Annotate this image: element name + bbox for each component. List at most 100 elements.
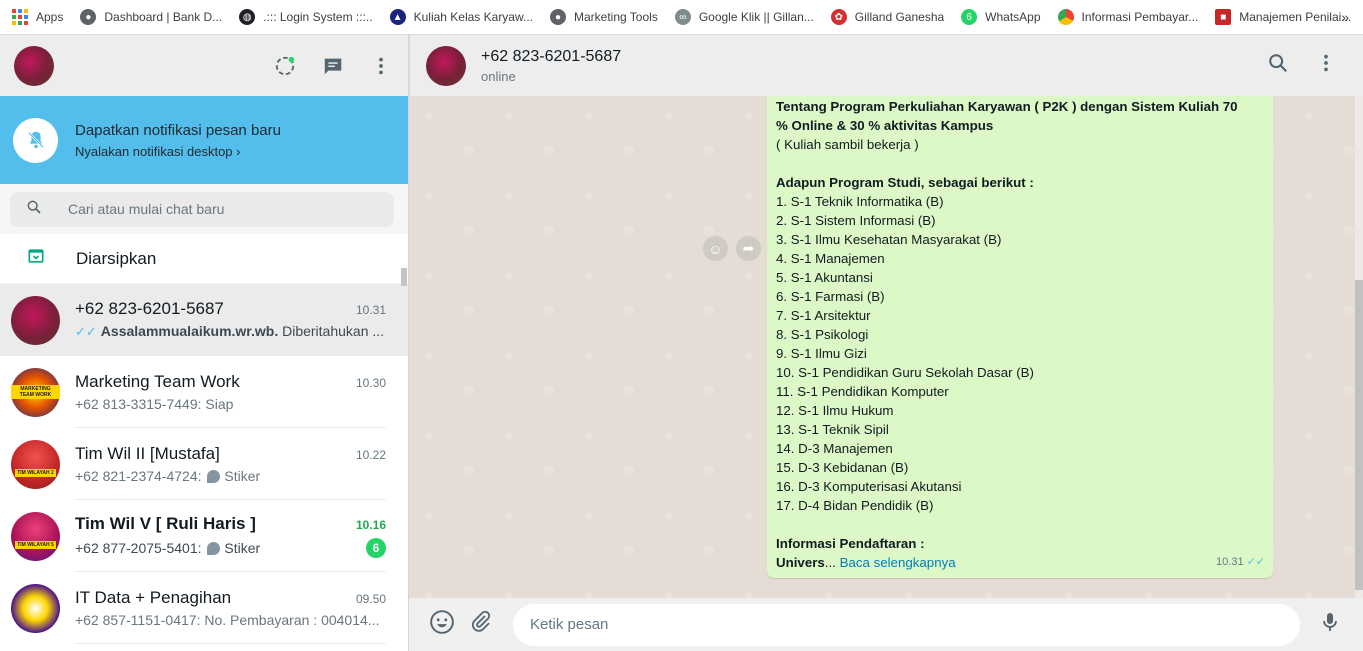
- sticker-icon: [207, 469, 221, 483]
- menu-icon[interactable]: [370, 55, 392, 77]
- notification-banner[interactable]: Dapatkan notifikasi pesan baru Nyalakan …: [0, 96, 408, 184]
- chat-sidebar: Dapatkan notifikasi pesan baru Nyalakan …: [0, 35, 409, 651]
- message-input[interactable]: [530, 616, 1230, 633]
- message-line: 2. S-1 Sistem Informasi (B): [776, 213, 936, 228]
- message-line: % Online & 30 % aktivitas Kampus: [776, 118, 994, 133]
- avatar-text: MARKETING TEAM WORK: [11, 385, 60, 399]
- conversation-panel: +62 823-6201-5687 online ☺ ➦ Tentang Pro…: [409, 35, 1363, 651]
- bookmark-item[interactable]: 6 WhatsApp: [961, 9, 1041, 25]
- flag-icon: ■: [1215, 9, 1232, 25]
- message-time: 10.31: [1216, 556, 1244, 568]
- chat-item[interactable]: +62 823-6201-5687 10.31 ✓✓ Assalammualaik…: [0, 284, 408, 356]
- globe-icon: ◍: [239, 9, 256, 25]
- bookmark-label: Informasi Pembayar...: [1081, 10, 1199, 24]
- chat-name: +62 823-6201-5687: [75, 299, 224, 318]
- composer: [409, 598, 1363, 651]
- chrome-icon: [1057, 9, 1074, 25]
- chat-item[interactable]: MARKETING TEAM WORK Marketing Team Work …: [0, 356, 408, 428]
- bookmark-item[interactable]: ▲ Kuliah Kelas Karyaw...: [389, 9, 533, 25]
- chat-time: 10.31: [355, 303, 386, 317]
- search-icon[interactable]: [1267, 52, 1289, 79]
- my-avatar[interactable]: [14, 45, 54, 86]
- chat-time: 10.30: [355, 375, 386, 390]
- sticker-icon: [207, 541, 221, 555]
- sidebar-scrollbar[interactable]: [401, 268, 407, 286]
- bookmarks-bar: Apps ● Dashboard | Bank D... ◍ .::: Login …: [0, 0, 1363, 35]
- mortarboard-icon: ▲: [389, 9, 406, 25]
- forward-icon[interactable]: ➦: [736, 236, 761, 261]
- chat-preview: +62 877-2075-5401: Stiker: [75, 540, 360, 556]
- chat-item[interactable]: TIM WILAYAH 5 Tim Wil V [ Ruli Haris ] 1…: [0, 500, 408, 572]
- message-line: 8. S-1 Psikologi: [776, 327, 869, 342]
- enable-notifications-link[interactable]: Nyalakan notifikasi desktop ›: [75, 144, 281, 159]
- message-line: 10. S-1 Pendidikan Guru Sekolah Dasar (B…: [776, 365, 1034, 380]
- message-line: 9. S-1 Ilmu Gizi: [776, 346, 867, 361]
- bookmark-item[interactable]: ∞ Google Klik || Gillan...: [674, 9, 814, 25]
- emoji-icon[interactable]: [429, 609, 455, 640]
- chat-preview: ✓✓ Assalammualaikum.wr.wb. Diberitahukan …: [75, 323, 386, 340]
- bookmark-label: Gilland Ganesha: [854, 10, 945, 24]
- search-icon[interactable]: [26, 199, 42, 220]
- chat-item[interactable]: TIM WILAYAH 2 Tim Wil II [Mustafa] 10.22…: [0, 428, 408, 500]
- chat-avatar: TIM WILAYAH 2: [11, 439, 60, 489]
- attach-icon[interactable]: [469, 610, 493, 639]
- new-chat-icon[interactable]: [322, 55, 344, 77]
- archived-row[interactable]: Diarsipkan: [0, 234, 408, 284]
- message-input-box[interactable]: [513, 603, 1300, 646]
- read-more-link[interactable]: Baca selengkapnya: [840, 555, 956, 570]
- message-line: 7. S-1 Arsitektur: [776, 308, 871, 323]
- double-check-icon: ✓✓: [1246, 556, 1265, 568]
- message-bubble-outgoing[interactable]: Tentang Program Perkuliahan Karyawan ( P…: [767, 96, 1273, 578]
- bookmark-item[interactable]: ✿ Gilland Ganesha: [830, 9, 945, 25]
- whatsapp-icon: 6: [961, 9, 978, 25]
- bookmark-label: Kuliah Kelas Karyaw...: [413, 10, 533, 24]
- avatar-text: TIM WILAYAH 2: [15, 469, 56, 477]
- message-line: 14. D-3 Manajemen: [776, 441, 893, 456]
- chat-preview: +62 813-3315-7449: Siap: [75, 395, 234, 412]
- chat-name: Tim Wil V [ Ruli Haris ]: [75, 513, 256, 533]
- message-text: Tentang Program Perkuliahan Karyawan ( P…: [776, 97, 1264, 553]
- bookmark-item[interactable]: Informasi Pembayar...: [1057, 9, 1199, 25]
- bookmark-item[interactable]: ● Dashboard | Bank D...: [80, 9, 222, 25]
- message-line: 13. S-1 Teknik Sipil: [776, 422, 889, 437]
- chat-item[interactable]: IT Data + Penagihan 09.50 +62 857-1151-0…: [0, 572, 408, 644]
- message-meta: 10.31 ✓✓: [1216, 553, 1265, 572]
- message-line: 16. D-3 Komputerisasi Akutansi: [776, 479, 962, 494]
- conversation-header[interactable]: +62 823-6201-5687 online: [409, 35, 1363, 96]
- chat-preview-text: Stiker: [224, 467, 261, 484]
- bookmark-item[interactable]: ● Marketing Tools: [550, 9, 658, 25]
- chat-name: IT Data + Penagihan: [75, 587, 232, 607]
- binoculars-icon: ∞: [674, 9, 691, 25]
- bookmark-apps[interactable]: Apps: [12, 9, 63, 25]
- bookmark-item[interactable]: ■ Manajemen Penilai...: [1215, 9, 1351, 25]
- chat-avatar: MARKETING TEAM WORK: [11, 367, 60, 417]
- status-icon[interactable]: [274, 55, 296, 77]
- message-actions: ☺ ➦: [703, 236, 761, 261]
- chat-preview: +62 821-2374-4724: Stiker: [75, 468, 386, 484]
- message-line: 17. D-4 Bidan Pendidik (B): [776, 498, 934, 513]
- message-scrollbar[interactable]: [1355, 280, 1363, 590]
- menu-icon[interactable]: [1315, 52, 1337, 79]
- message-line: ( Kuliah sambil bekerja ): [776, 137, 919, 152]
- bookmark-label: Dashboard | Bank D...: [104, 10, 223, 24]
- message-line: Tentang Program Perkuliahan Karyawan ( P…: [776, 99, 1238, 114]
- microphone-icon[interactable]: [1318, 610, 1342, 639]
- emoji-react-icon[interactable]: ☺: [703, 236, 728, 261]
- message-line: 5. S-1 Akuntansi: [776, 270, 873, 285]
- bookmark-item[interactable]: ◍ .::: Login System :::..: [239, 9, 373, 25]
- chat-preview: +62 857-1151-0417: No. Pembayaran : 0040…: [75, 611, 380, 628]
- contact-status: online: [481, 68, 516, 84]
- search-box[interactable]: [10, 191, 394, 227]
- message-line: 15. D-3 Kebidanan (B): [776, 460, 909, 475]
- message-area: ☺ ➦ Tentang Program Perkuliahan Karyawan…: [409, 96, 1363, 598]
- message-line: Informasi Pendaftaran :: [776, 536, 925, 551]
- chat-preview-sender: +62 877-2075-5401:: [75, 539, 202, 556]
- search-input[interactable]: [68, 201, 348, 217]
- contact-avatar[interactable]: [426, 45, 466, 86]
- hat-icon: ●: [80, 9, 97, 25]
- hat-icon: ●: [550, 9, 566, 25]
- bookmarks-more-button[interactable]: »: [1341, 9, 1349, 25]
- avatar-text: TIM WILAYAH 5: [15, 541, 56, 549]
